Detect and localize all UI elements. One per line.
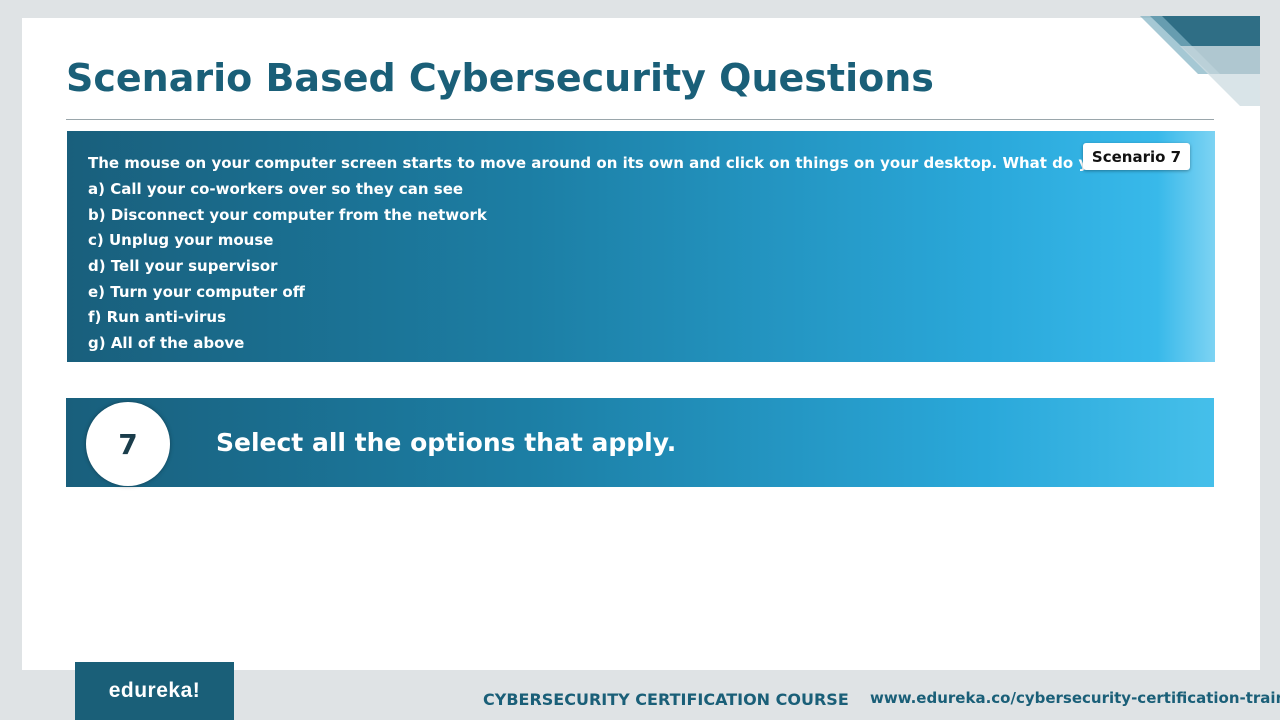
option-d: d) Tell your supervisor bbox=[88, 257, 278, 276]
option-a: a) Call your co-workers over so they can… bbox=[88, 180, 464, 198]
option-g: g) All of the above bbox=[88, 334, 245, 353]
option-list: a) Call your co-workers over so they can… bbox=[88, 180, 487, 360]
edureka-logo: edureka! bbox=[75, 662, 234, 720]
page-title: Scenario Based Cybersecurity Questions bbox=[66, 56, 934, 100]
instruction-text: Select all the options that apply. bbox=[216, 428, 677, 457]
question-number-badge: 7 bbox=[86, 402, 170, 486]
scenario-tag: Scenario 7 bbox=[1083, 143, 1190, 170]
title-divider bbox=[66, 119, 1214, 120]
course-name: CYBERSECURITY CERTIFICATION COURSE bbox=[483, 690, 849, 709]
option-c: c) Unplug your mouse bbox=[88, 231, 274, 250]
option-b: b) Disconnect your computer from the net… bbox=[88, 205, 487, 224]
course-url: www.edureka.co/cybersecurity-certificati… bbox=[870, 689, 1280, 707]
corner-decoration bbox=[1140, 16, 1260, 106]
option-f: f) Run anti-virus bbox=[88, 308, 226, 327]
option-e: e) Turn your computer off bbox=[88, 282, 305, 301]
scenario-question: The mouse on your computer screen starts… bbox=[88, 154, 1136, 172]
scenario-panel: The mouse on your computer screen starts… bbox=[67, 131, 1215, 362]
